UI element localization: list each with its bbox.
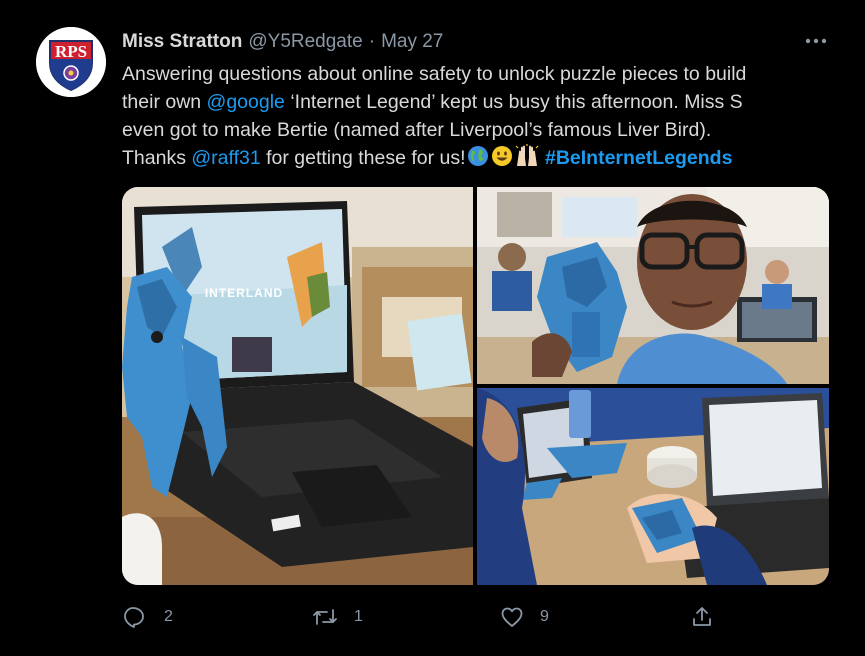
more-dots-icon (805, 38, 827, 44)
text-fragment: ‘Internet Legend’ kept us busy this afte… (284, 91, 743, 113)
interland-title: INTERLAND (205, 286, 283, 300)
like-count: 9 (540, 608, 549, 625)
photo-building-model[interactable] (477, 388, 829, 585)
reply-icon (124, 607, 144, 628)
tweet-text-line: Answering questions about online safety … (122, 63, 747, 85)
school-crest-icon: RPS (36, 27, 106, 97)
mention-google[interactable]: @google (207, 91, 285, 113)
mention-raff31[interactable]: @raff31 (191, 147, 260, 169)
tweet-header: Miss Stratton @Y5Redgate · May 27 (122, 30, 443, 54)
tweet-date[interactable]: May 27 (381, 31, 443, 53)
tweet: RPS Miss Stratton @Y5Redgate · May 27 An… (0, 0, 865, 656)
retweet-icon (313, 609, 337, 625)
raised-hands-emoji (514, 144, 540, 176)
author-name[interactable]: Miss Stratton (122, 31, 242, 53)
author-handle[interactable]: @Y5Redgate (248, 31, 362, 53)
hashtag-link[interactable]: #BeInternetLegends (545, 147, 732, 169)
media-grid: INTERLAND (122, 187, 829, 585)
tweet-text-line: their own @google ‘Internet Legend’ kept… (122, 88, 822, 116)
text-fragment: their own (122, 91, 207, 113)
separator: · (368, 31, 376, 52)
retweet-count: 1 (354, 608, 363, 625)
reply-count: 2 (164, 608, 173, 625)
like-button[interactable]: 9 (500, 600, 549, 634)
photo-boy-with-model[interactable] (477, 187, 829, 384)
more-options-button[interactable] (801, 30, 831, 52)
globe-emoji (466, 144, 490, 176)
avatar-crest-text: RPS (55, 42, 87, 61)
share-icon (693, 607, 711, 626)
share-button[interactable] (690, 600, 714, 634)
smiley-emoji (490, 144, 514, 176)
action-bar: 2 1 9 (122, 600, 722, 634)
avatar[interactable]: RPS (36, 27, 106, 97)
reply-button[interactable]: 2 (122, 600, 173, 634)
retweet-button[interactable]: 1 (312, 600, 363, 634)
text-fragment: for getting these for us! (260, 147, 466, 169)
tweet-text-line: Thanks @raff31 for getting these for us!… (122, 144, 822, 176)
like-icon (501, 607, 523, 627)
text-fragment: Thanks (122, 147, 192, 169)
tweet-text: Answering questions about online safety … (122, 60, 822, 176)
tweet-text-line: even got to make Bertie (named after Liv… (122, 119, 712, 141)
photo-laptop-interland[interactable]: INTERLAND (122, 187, 473, 585)
